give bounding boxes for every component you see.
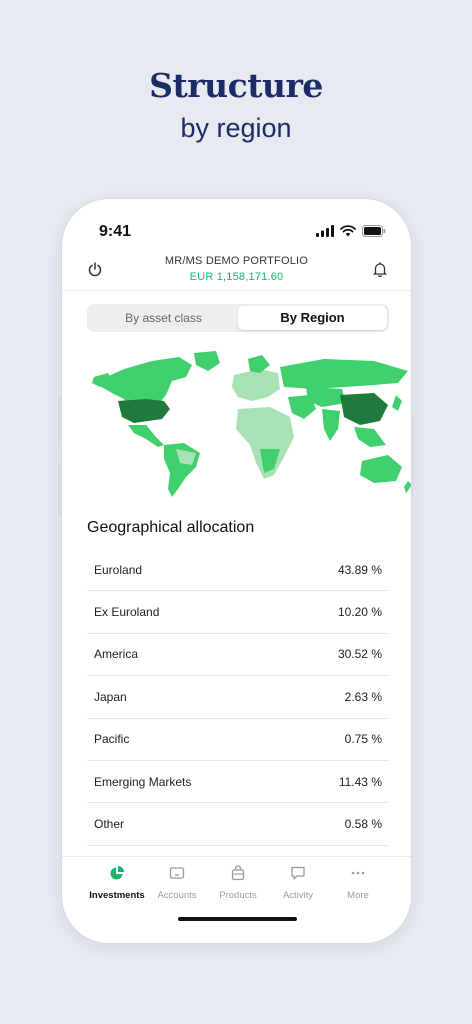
portfolio-value: EUR 1,158,171.60	[189, 271, 284, 283]
tab-label: Accounts	[157, 890, 197, 901]
status-bar: 9:41	[62, 221, 411, 243]
allocation-region: Euroland	[94, 562, 143, 577]
allocation-row[interactable]: Japan 2.63 %	[87, 676, 389, 719]
allocation-value: 43.89 %	[337, 562, 382, 577]
map-region-greenland	[194, 351, 220, 371]
wallet-icon	[169, 867, 185, 879]
map-region-china	[340, 393, 388, 425]
status-time: 9:41	[99, 223, 132, 240]
map-region-japan	[392, 395, 402, 411]
tab-label: Activity	[282, 890, 314, 901]
battery-icon	[362, 225, 386, 237]
app-header: MR/MS DEMO PORTFOLIO EUR 1,158,171.60	[62, 251, 411, 291]
allocation-region: Japan	[94, 689, 127, 704]
promo-subtitle: by region	[180, 113, 292, 143]
allocation-row[interactable]: Euroland 43.89 %	[87, 549, 389, 592]
bell-icon[interactable]	[373, 262, 387, 277]
tab-products[interactable]: Products	[207, 865, 269, 901]
wifi-icon	[340, 225, 356, 237]
tab-accounts[interactable]: Accounts	[146, 865, 208, 901]
allocation-list: Euroland 43.89 % Ex Euroland 10.20 % Ame…	[87, 549, 389, 846]
map-region-europe	[232, 369, 280, 401]
allocation-value: 30.52 %	[337, 647, 382, 662]
allocation-row[interactable]: America 30.52 %	[87, 634, 389, 677]
map-region-usa	[118, 399, 170, 423]
allocation-row[interactable]: Emerging Markets 11.43 %	[87, 761, 389, 804]
allocation-region: Emerging Markets	[94, 774, 192, 789]
tab-investments[interactable]: Investments	[86, 865, 148, 901]
allocation-row[interactable]: Other 0.58 %	[87, 803, 389, 846]
phone-frame: 9:41 MR/MS DEMO PORTFOLIO EUR 1,158,171.…	[61, 198, 412, 944]
map-region-russia	[280, 359, 408, 389]
promo-title: Structure	[149, 66, 323, 105]
segment-by-asset-class[interactable]: By asset class	[89, 306, 238, 330]
bag-icon	[231, 865, 245, 881]
tab-activity[interactable]: Activity	[267, 865, 329, 901]
allocation-region: America	[94, 647, 139, 662]
segment-by-region[interactable]: By Region	[238, 306, 387, 330]
chat-icon	[291, 866, 305, 880]
map-region-scandinavia	[248, 355, 270, 373]
portfolio-name: MR/MS DEMO PORTFOLIO	[164, 255, 309, 267]
allocation-value: 10.20 %	[337, 605, 382, 620]
section-title: Geographical allocation	[87, 519, 255, 536]
pie-chart-icon	[110, 866, 124, 880]
allocation-region: Other	[94, 817, 125, 832]
map-region-central-america	[128, 425, 164, 447]
allocation-row[interactable]: Ex Euroland 10.20 %	[87, 591, 389, 634]
allocation-region: Ex Euroland	[94, 605, 160, 620]
signal-icon	[316, 225, 334, 237]
allocation-value: 0.75 %	[344, 732, 382, 747]
map-region-india	[322, 409, 340, 441]
allocation-region: Pacific	[94, 732, 130, 747]
allocation-value: 11.43 %	[338, 774, 382, 789]
allocation-value: 2.63 %	[344, 689, 382, 704]
home-indicator[interactable]	[178, 917, 297, 921]
view-segmented-control: By asset class By Region	[87, 304, 389, 332]
map-region-new-zealand	[404, 481, 411, 493]
map-region-australia	[360, 455, 402, 483]
world-map	[92, 351, 411, 497]
allocation-value: 0.58 %	[344, 817, 382, 832]
map-region-southeast-asia	[354, 427, 386, 447]
tab-label: Products	[219, 890, 257, 901]
tab-label: Investments	[89, 890, 145, 901]
tab-label: More	[347, 890, 369, 901]
bottom-tab-bar: Investments Accounts Products Activity M…	[62, 856, 411, 908]
tab-more[interactable]: More	[327, 865, 389, 901]
more-icon	[351, 871, 365, 875]
allocation-row[interactable]: Pacific 0.75 %	[87, 719, 389, 761]
